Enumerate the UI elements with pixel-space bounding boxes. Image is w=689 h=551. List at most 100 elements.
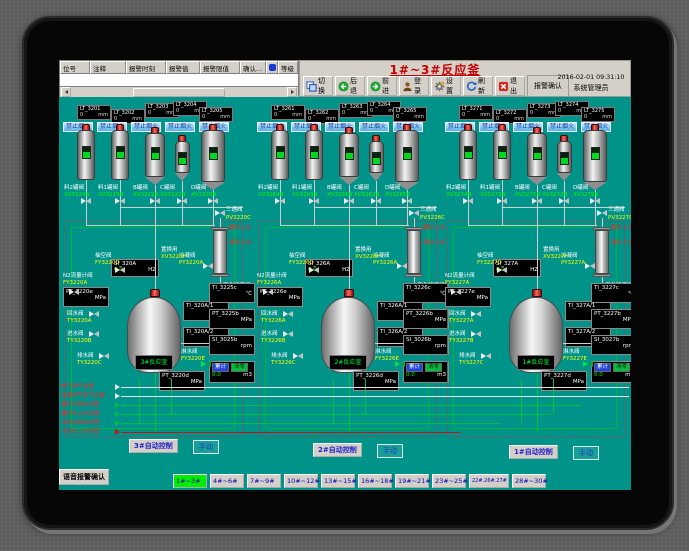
alarm-table-scrollbar[interactable]	[60, 86, 298, 97]
return-water-valve-icon[interactable]	[89, 311, 99, 317]
feed-valve-icon[interactable]	[402, 198, 412, 204]
pipeline-arrow-icon	[115, 384, 120, 390]
toolbar-button-1[interactable]: 后退	[335, 76, 365, 96]
level-value: 0	[148, 110, 151, 116]
page-button-5[interactable]: 16#~18#	[358, 474, 392, 488]
page-button-1[interactable]: 4#~6#	[210, 474, 244, 488]
feed-valve-icon[interactable]	[463, 198, 473, 204]
feed-valve-icon[interactable]	[177, 198, 187, 204]
valve-right-half	[476, 311, 481, 317]
page-button-6[interactable]: 19#~21#	[395, 474, 429, 488]
condenser-valve-icon[interactable]	[585, 263, 595, 269]
feed-valve-icon[interactable]	[532, 198, 542, 204]
toolbar-button-6[interactable]: 退出	[495, 76, 525, 96]
valve-label: C罐阀	[542, 185, 557, 191]
drain-valve-icon[interactable]	[481, 353, 491, 359]
feed-valve-icon[interactable]	[275, 198, 285, 204]
feed-valve-icon[interactable]	[559, 198, 569, 204]
toolbar-button-4[interactable]: 设置	[431, 76, 461, 96]
feed-valve-icon[interactable]	[81, 198, 91, 204]
alarm-bell-icon[interactable]	[266, 61, 278, 74]
feed-valve-icon[interactable]	[150, 198, 160, 204]
alarm-col-6[interactable]: 等级	[278, 61, 298, 74]
tank-level-window	[372, 152, 381, 165]
page-button-3[interactable]: 10#~12#	[284, 474, 318, 488]
feed-valve-icon[interactable]	[371, 198, 381, 204]
spray-valve-icon[interactable]	[395, 361, 405, 367]
page-button-0[interactable]: 1#~3#	[173, 474, 207, 488]
page-button-4[interactable]: 13#~15#	[321, 474, 355, 488]
three-way-valve-icon[interactable]	[215, 210, 225, 216]
pipe-line	[120, 207, 243, 208]
spray-valve-icon[interactable]	[583, 361, 593, 367]
toolbar-button-0[interactable]: 切换	[303, 76, 333, 96]
page-button-9[interactable]: 28#~30#	[512, 474, 546, 488]
feed-tank-2	[305, 130, 323, 180]
feed-valve-icon[interactable]	[344, 198, 354, 204]
tank-level-window	[116, 146, 125, 159]
totalizer-total-button[interactable]: 累计	[594, 363, 611, 372]
toolbar-button-3[interactable]: 登录	[399, 76, 429, 96]
alarm-col-5[interactable]: 确认...	[240, 61, 266, 74]
manual-mode-button-3#[interactable]: 手动	[193, 440, 219, 454]
alarm-col-1[interactable]: 注释	[90, 61, 126, 74]
scroll-left-icon[interactable]	[61, 87, 71, 97]
feed-valve-icon[interactable]	[590, 198, 600, 204]
auto-control-button-1#[interactable]: 1#自动控制	[509, 445, 558, 459]
scroll-thumb[interactable]	[133, 88, 225, 97]
pipe-line	[86, 225, 215, 226]
tank-level-window	[591, 147, 600, 160]
manual-mode-button-1#[interactable]: 手动	[573, 446, 599, 460]
inlet-water-valve-icon[interactable]	[89, 331, 99, 337]
tank-level-window	[276, 146, 285, 159]
feed-valve-icon[interactable]	[497, 198, 507, 204]
alarm-col-2[interactable]: 报警时刻	[126, 61, 166, 74]
n2-flow-valve-icon[interactable]	[69, 289, 79, 295]
return-water-valve-icon[interactable]	[471, 311, 481, 317]
spray-valve-icon[interactable]	[201, 361, 211, 367]
inlet-water-valve-icon[interactable]	[283, 331, 293, 337]
n2-flow-valve-icon[interactable]	[451, 289, 461, 295]
feed-valve-icon[interactable]	[208, 198, 218, 204]
vacuum-valve-icon[interactable]	[497, 267, 507, 273]
condenser-top-label: 循环上水	[229, 225, 251, 231]
totalizer-reset-button[interactable]: 清零	[231, 363, 248, 372]
auto-control-button-2#[interactable]: 2#自动控制	[313, 443, 362, 457]
totalizer-total-button[interactable]: 累计	[406, 363, 423, 372]
drain-valve-icon[interactable]	[293, 353, 303, 359]
page-button-8[interactable]: 22#.26#.27#	[469, 474, 509, 488]
three-way-valve-icon[interactable]	[409, 210, 419, 216]
totalizer-reset-button[interactable]: 清零	[425, 363, 442, 372]
feed-valve-icon[interactable]	[309, 198, 319, 204]
page-button-2[interactable]: 7#~9#	[247, 474, 281, 488]
scroll-right-icon[interactable]	[287, 87, 297, 97]
alarm-col-4[interactable]: 报警限值	[200, 61, 240, 74]
alarm-col-0[interactable]: 位号	[60, 61, 90, 74]
vacuum-valve-icon[interactable]	[309, 267, 319, 273]
display-unit: ℃	[628, 291, 631, 298]
voice-alarm-ack-button[interactable]: 语音报警确认	[59, 469, 109, 485]
n2-flow-valve-icon[interactable]	[263, 289, 273, 295]
toolbar-button-2[interactable]: 前进	[367, 76, 397, 96]
vacuum-valve-icon[interactable]	[115, 267, 125, 273]
page-button-7[interactable]: 23#~25#	[432, 474, 466, 488]
valve-label: 置换用	[543, 247, 560, 253]
drain-valve-icon[interactable]	[99, 353, 109, 359]
display-unit: MPa	[241, 317, 252, 324]
condenser-valve-icon[interactable]	[397, 263, 407, 269]
valve-right-half	[595, 198, 600, 204]
pipeline-arrow-icon	[115, 393, 120, 399]
totalizer-reset-button[interactable]: 清零	[613, 363, 630, 372]
level-value: 0	[558, 108, 561, 114]
three-way-valve-icon[interactable]	[597, 210, 607, 216]
manual-mode-button-2#[interactable]: 手动	[377, 444, 403, 458]
condenser-valve-icon[interactable]	[203, 263, 213, 269]
totalizer-total-button[interactable]: 累计	[212, 363, 229, 372]
inlet-water-valve-icon[interactable]	[471, 331, 481, 337]
toolbar-button-5[interactable]: 刷新	[463, 76, 493, 96]
alarm-col-3[interactable]: 报警值	[166, 61, 200, 74]
auto-control-button-3#[interactable]: 3#自动控制	[129, 439, 178, 453]
feed-valve-icon[interactable]	[115, 198, 125, 204]
return-water-valve-icon[interactable]	[283, 311, 293, 317]
alarm-table[interactable]: 位号注释报警时刻报警值报警限值确认... 等级	[59, 60, 299, 97]
